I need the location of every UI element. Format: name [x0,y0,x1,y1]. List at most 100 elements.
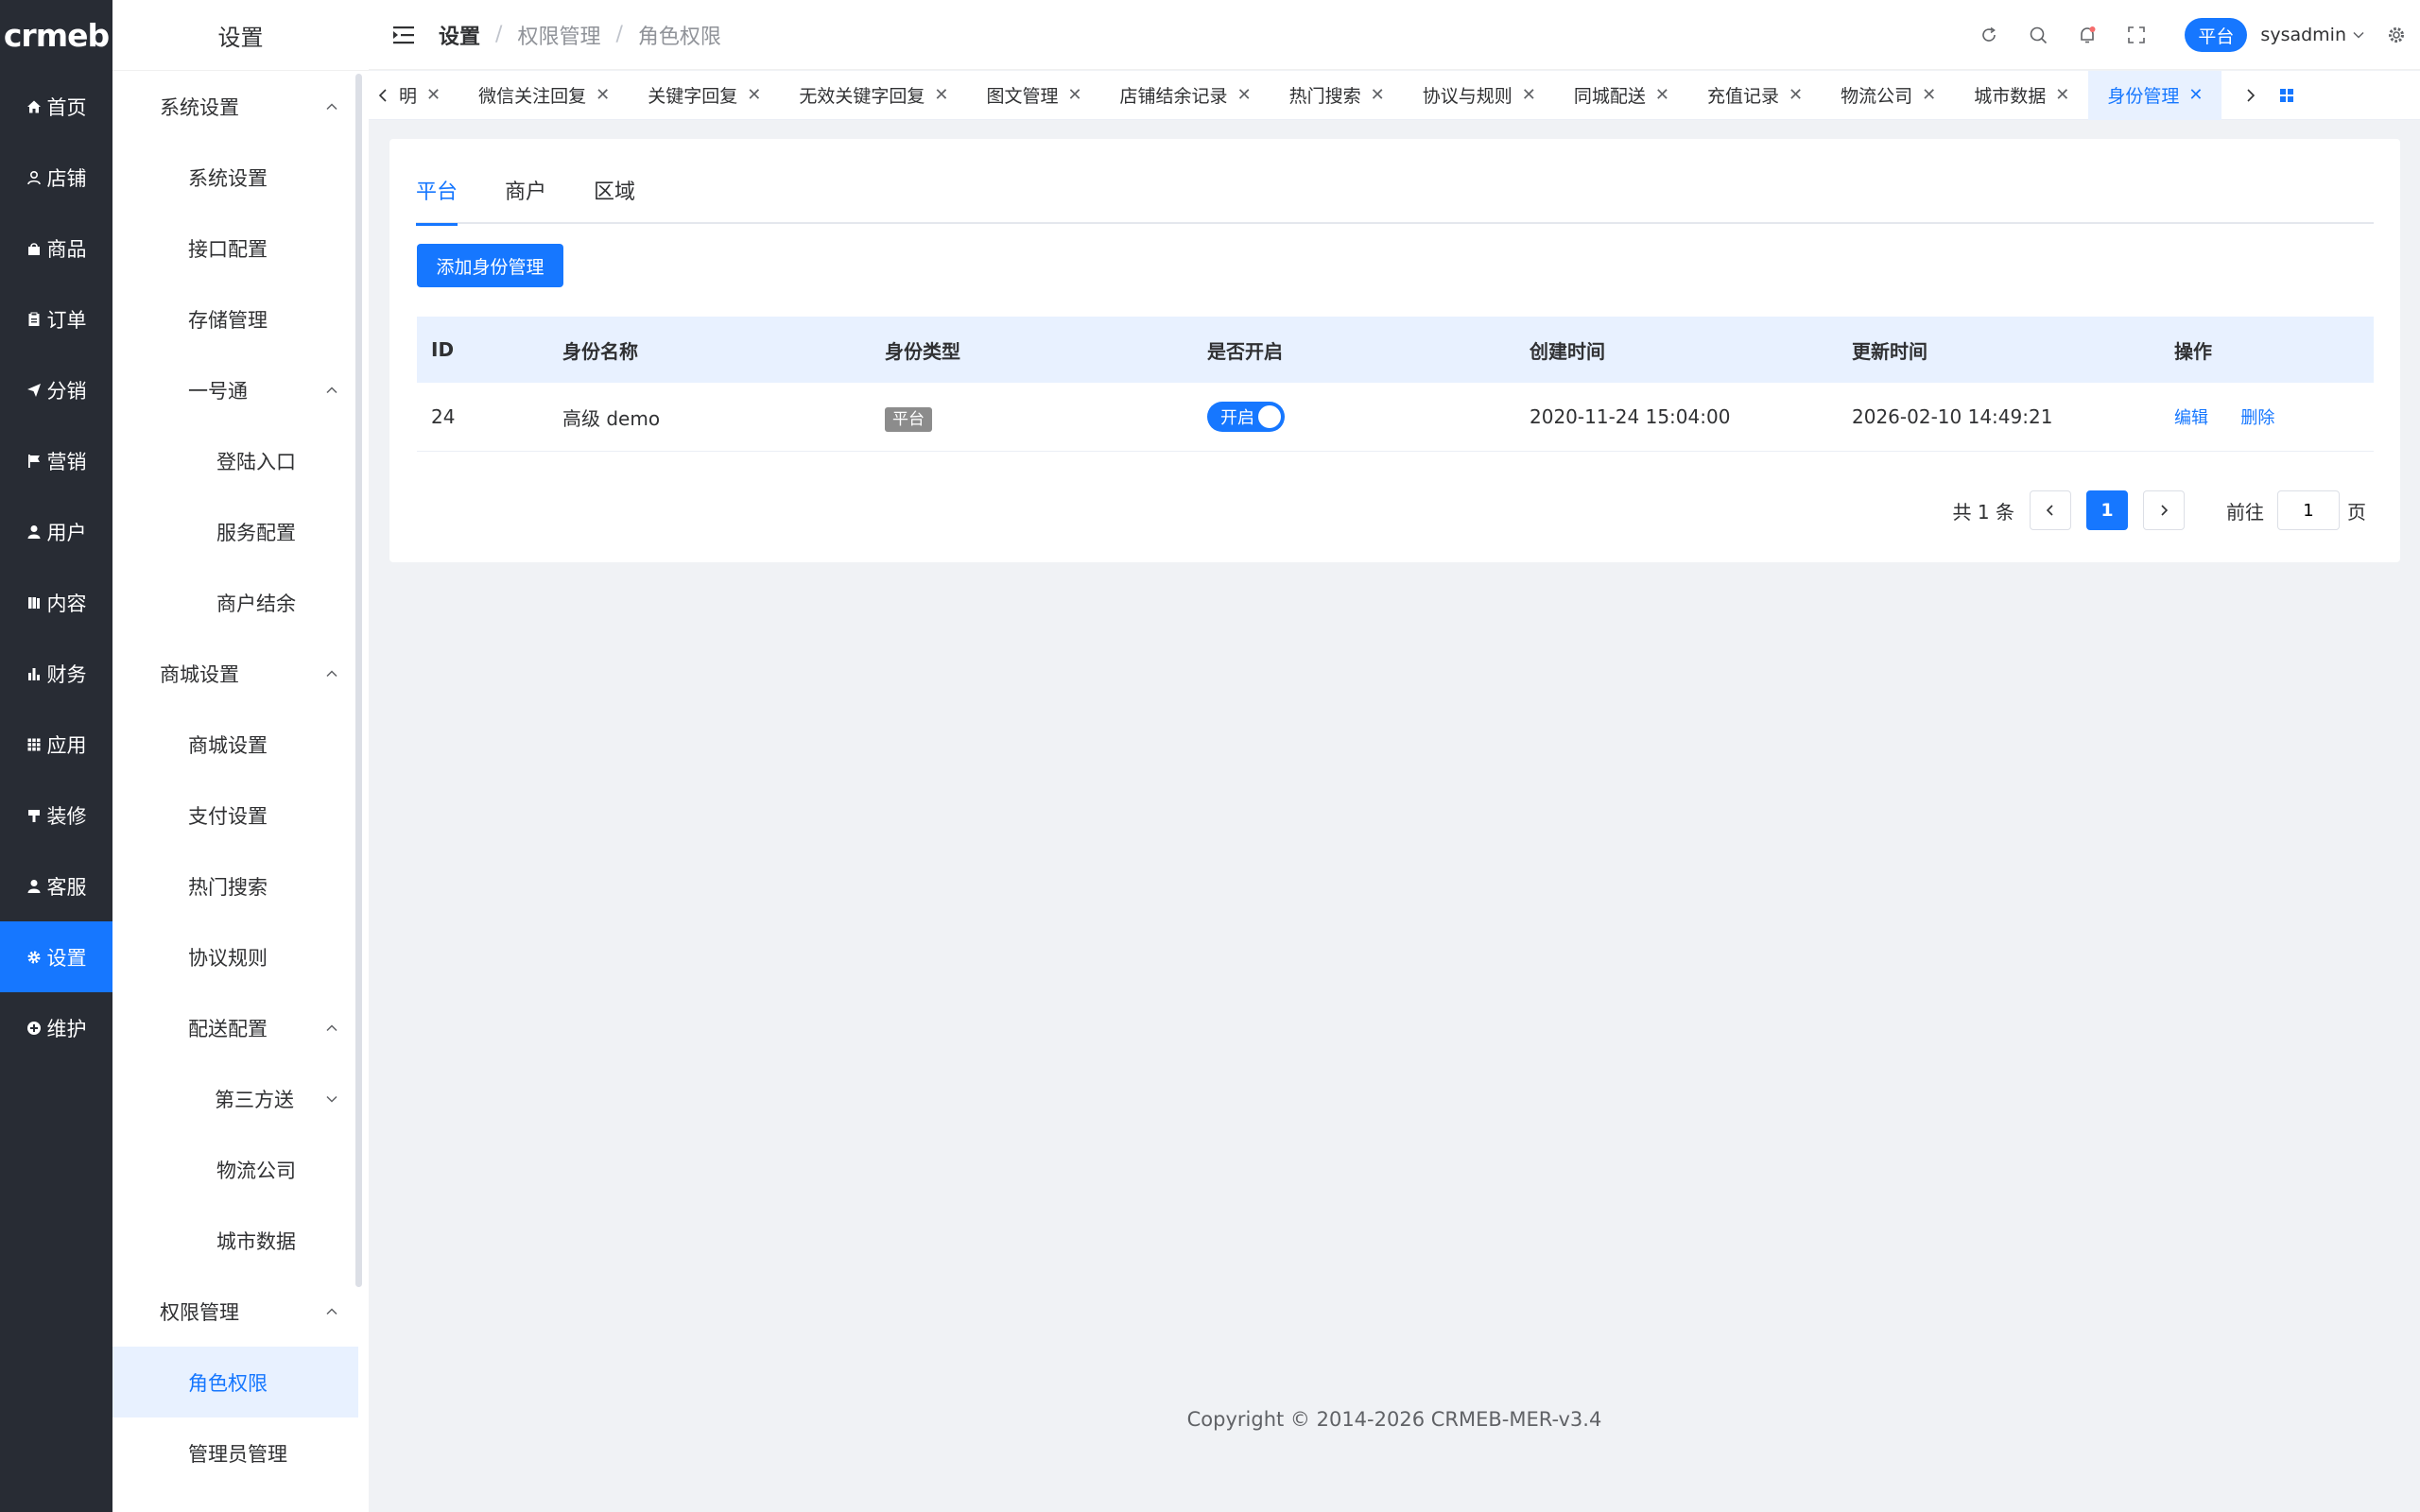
menu-item-merchant-balance[interactable]: 商户结余 [112,567,358,638]
tag-item[interactable]: 同城配送 ✕ [1555,71,1688,120]
menu-item-api-config[interactable]: 接口配置 [112,213,358,284]
tag-item[interactable]: 明 ✕ [397,71,459,120]
menu-group-system-settings[interactable]: 系统设置 [112,71,358,142]
goto-page-input[interactable] [2277,490,2340,530]
tab-platform[interactable]: 平台 [416,175,458,226]
menu-item-admin-management[interactable]: 管理员管理 [112,1418,358,1488]
tag-item-active[interactable]: 身份管理 ✕ [2088,70,2222,120]
add-identity-button[interactable]: 添加身份管理 [417,244,563,287]
rail-item-decoration[interactable]: 装修 [0,780,112,850]
rail-item-goods[interactable]: 商品 [0,213,112,284]
menu-group-mall-settings[interactable]: 商城设置 [112,638,358,709]
prev-page-button[interactable] [2030,490,2071,530]
cell-id: 24 [431,405,456,428]
menu-item-role-permissions[interactable]: 角色权限 [112,1347,358,1418]
rail-item-service[interactable]: 客服 [0,850,112,921]
tag-item[interactable]: 无效关键字回复 ✕ [780,71,967,120]
fullscreen-icon[interactable] [2126,25,2147,45]
menu-label: 物流公司 [216,1159,296,1182]
menu-item-mall-settings[interactable]: 商城设置 [112,709,358,780]
refresh-icon[interactable] [1979,25,1999,45]
close-icon[interactable]: ✕ [426,85,441,105]
menu-item-system-settings[interactable]: 系统设置 [112,142,358,213]
menu-group-yihaotong[interactable]: 一号通 [112,354,358,425]
page-number-current[interactable]: 1 [2086,490,2128,530]
tag-label: 同城配送 [1573,86,1646,107]
tag-item[interactable]: 协议与规则 ✕ [1404,71,1555,120]
close-icon[interactable]: ✕ [1237,85,1252,105]
menu-item-storage[interactable]: 存储管理 [112,284,358,354]
rail-item-home[interactable]: 首页 [0,71,112,142]
menu-group-third-party-delivery[interactable]: 第三方送 [112,1063,358,1134]
menu-item-service-config[interactable]: 服务配置 [112,496,358,567]
next-page-button[interactable] [2143,490,2185,530]
breadcrumb-item-settings[interactable]: 设置 [439,20,480,50]
rail-item-users[interactable]: 用户 [0,496,112,567]
menu-item-city-data[interactable]: 城市数据 [112,1205,358,1276]
close-icon[interactable]: ✕ [2188,85,2203,105]
menu-group-delivery-config[interactable]: 配送配置 [112,992,358,1063]
table-header: ID 身份名称 身份类型 是否开启 创建时间 更新时间 操作 [417,317,2374,383]
tags-menu-grid-icon[interactable] [2273,71,2301,120]
close-icon[interactable]: ✕ [934,85,948,105]
settings-submenu: 设置 系统设置 系统设置 接口配置 存储管理 一号通 登陆入口 服务配置 商户结… [112,0,369,1512]
tag-item[interactable]: 热门搜索 ✕ [1270,71,1404,120]
tags-scroll-left-icon[interactable] [369,71,397,120]
tag-item[interactable]: 图文管理 ✕ [967,71,1100,120]
menu-fold-icon[interactable] [393,26,414,44]
close-icon[interactable]: ✕ [596,85,610,105]
close-icon[interactable]: ✕ [1922,85,1936,105]
settings-gear-icon[interactable] [2386,25,2407,45]
identity-management-card: 平台 商户 区域 添加身份管理 ID 身份名称 身份类型 是否开启 创建时间 更… [389,139,2400,562]
tab-merchant[interactable]: 商户 [505,175,546,224]
close-icon[interactable]: ✕ [1067,85,1081,105]
rail-item-maintenance[interactable]: 维护 [0,992,112,1063]
platform-badge[interactable]: 平台 [2185,18,2248,52]
search-icon[interactable] [2028,25,2048,45]
close-icon[interactable]: ✕ [1371,85,1385,105]
column-header-name: 身份名称 [562,339,638,363]
rail-label: 用户 [46,521,87,544]
close-icon[interactable]: ✕ [1655,85,1669,105]
menu-item-login-entry[interactable]: 登陆入口 [112,425,358,496]
close-icon[interactable]: ✕ [1789,85,1803,105]
tag-item[interactable]: 充值记录 ✕ [1688,71,1822,120]
edit-link[interactable]: 编辑 [2174,408,2208,428]
breadcrumb-separator: / [615,23,623,46]
menu-item-agreement-rules[interactable]: 协议规则 [112,921,358,992]
tag-item[interactable]: 店铺结余记录 ✕ [1101,71,1270,120]
rail-item-finance[interactable]: 财务 [0,638,112,709]
close-icon[interactable]: ✕ [747,85,761,105]
close-icon[interactable]: ✕ [1522,85,1536,105]
menu-item-hot-search[interactable]: 热门搜索 [112,850,358,921]
delete-link[interactable]: 删除 [2240,408,2274,428]
menu-item-logistics[interactable]: 物流公司 [112,1134,358,1205]
close-icon[interactable]: ✕ [2055,85,2069,105]
tag-item[interactable]: 关键字回复 ✕ [629,71,780,120]
menu-group-permissions[interactable]: 权限管理 [112,1276,358,1347]
rail-item-distribution[interactable]: 分销 [0,354,112,425]
rail-item-orders[interactable]: 订单 [0,284,112,354]
breadcrumb-item-permissions[interactable]: 权限管理 [517,20,600,50]
cell-updated: 2026-02-10 14:49:21 [1852,405,2053,428]
rail-item-marketing[interactable]: 营销 [0,425,112,496]
rail-item-apps[interactable]: 应用 [0,709,112,780]
rail-item-settings[interactable]: 设置 [0,921,112,992]
user-menu[interactable]: sysadmin [2260,25,2365,45]
rail-item-content[interactable]: 内容 [0,567,112,638]
send-icon [26,383,42,398]
gear-icon [26,950,42,965]
enable-switch[interactable]: 开启 [1207,402,1285,432]
bell-icon[interactable] [2077,25,2098,45]
tag-label: 明 [399,86,418,107]
submenu-scrollbar[interactable] [355,74,362,1287]
tag-item[interactable]: 微信关注回复 ✕ [459,71,629,120]
tab-region[interactable]: 区域 [594,175,635,224]
tags-scroll-right-icon[interactable] [2237,71,2265,120]
tag-item[interactable]: 物流公司 ✕ [1822,71,1955,120]
menu-item-payment-settings[interactable]: 支付设置 [112,780,358,850]
cell-name: 高级 demo [562,406,661,430]
rail-item-store[interactable]: 店铺 [0,142,112,213]
chevron-up-icon [326,1023,337,1031]
tag-item[interactable]: 城市数据 ✕ [1955,71,2088,120]
